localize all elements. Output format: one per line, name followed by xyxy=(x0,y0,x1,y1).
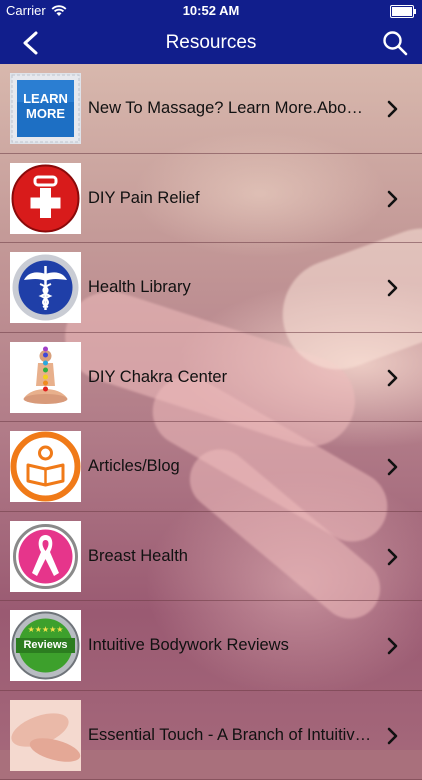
reviews-badge-icon: ★★★★★ Reviews xyxy=(10,610,81,681)
hand-massage-photo-icon xyxy=(10,700,81,771)
search-button[interactable] xyxy=(380,28,410,58)
caduceus-icon xyxy=(10,252,81,323)
chevron-right-icon xyxy=(386,279,398,297)
list-item-label: Breast Health xyxy=(88,512,372,600)
reviews-thumb-text: Reviews xyxy=(10,639,81,651)
list-item-label: Intuitive Bodywork Reviews xyxy=(88,601,372,689)
chevron-right-icon xyxy=(386,369,398,387)
resources-list: LEARN MORE New To Massage? Learn More.Ab… xyxy=(0,64,422,780)
list-item-label: DIY Pain Relief xyxy=(88,154,372,242)
status-bar: Carrier 10:52 AM xyxy=(0,0,422,22)
reader-icon xyxy=(10,431,81,502)
first-aid-kit-icon xyxy=(10,163,81,234)
list-item-label: New To Massage? Learn More.About Massage xyxy=(88,64,372,152)
page-title: Resources xyxy=(0,32,422,54)
svg-text:★★★★★: ★★★★★ xyxy=(28,625,64,634)
list-item-label: Essential Touch - A Branch of Intuitive … xyxy=(88,691,372,779)
list-item-reviews[interactable]: ★★★★★ Reviews Intuitive Bodywork Reviews xyxy=(0,601,422,691)
list-item-breast-health[interactable]: Breast Health xyxy=(0,512,422,602)
chevron-right-icon xyxy=(386,548,398,566)
list-item-label: Articles/Blog xyxy=(88,422,372,510)
search-icon xyxy=(380,28,410,58)
learn-more-thumb-text: LEARN MORE xyxy=(19,91,72,121)
list-item-essential-touch[interactable]: Essential Touch - A Branch of Intuitive … xyxy=(0,691,422,780)
chevron-right-icon xyxy=(386,100,398,118)
list-item-learn-more[interactable]: LEARN MORE New To Massage? Learn More.Ab… xyxy=(0,64,422,154)
chevron-right-icon xyxy=(386,458,398,476)
battery-icon xyxy=(390,5,414,18)
list-item-articles-blog[interactable]: Articles/Blog xyxy=(0,422,422,512)
list-item-diy-pain-relief[interactable]: DIY Pain Relief xyxy=(0,154,422,244)
chevron-right-icon xyxy=(386,637,398,655)
chakra-figure-icon xyxy=(10,342,81,413)
chevron-right-icon xyxy=(386,727,398,745)
clock: 10:52 AM xyxy=(0,3,422,18)
navigation-bar: Resources xyxy=(0,22,422,64)
learn-more-icon: LEARN MORE xyxy=(10,73,81,144)
list-item-diy-chakra-center[interactable]: DIY Chakra Center xyxy=(0,333,422,423)
pink-ribbon-icon xyxy=(10,521,81,592)
list-item-label: Health Library xyxy=(88,243,372,331)
list-item-label: DIY Chakra Center xyxy=(88,333,372,421)
chevron-right-icon xyxy=(386,190,398,208)
list-item-health-library[interactable]: Health Library xyxy=(0,243,422,333)
